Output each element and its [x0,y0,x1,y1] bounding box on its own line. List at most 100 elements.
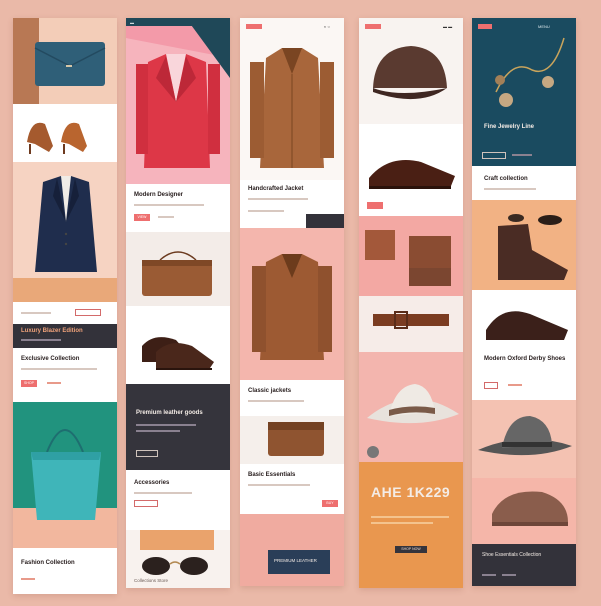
text-line [21,368,97,370]
product-page-column-2: ▬ Modern Designer VIEW Premium leather g… [126,18,230,588]
heels-section [13,104,117,162]
price-panel: AHE 1K229 SHOP NOW [359,462,463,588]
dark-feature-panel: Premium leather goods [126,384,230,470]
text-line [484,188,536,190]
bottom-title: Shoe Essentials Collection [482,552,542,558]
gift-box[interactable]: PREMIUM LEATHER [268,550,330,574]
brown-jacket-2-image[interactable] [240,228,344,380]
section-title: Classic jackets [248,388,292,394]
text-line [248,400,304,402]
gift-section: PREMIUM LEATHER [240,514,344,586]
bottom-title: Fashion Collection [21,560,75,566]
promo-title: Luxury Blazer Edition [21,328,83,334]
tote-bag-image[interactable] [13,402,117,548]
collection-intro: Exclusive Collection SHOP [13,348,117,402]
dark-title: Premium leather goods [136,410,203,416]
promo-line [21,339,61,341]
caption-block: Handcrafted Jacket [240,180,344,228]
shop-now-button[interactable]: SHOP NOW [395,546,427,553]
nav-button[interactable] [75,309,101,316]
detail-button[interactable] [484,382,498,389]
accessories-block: Accessories [126,470,230,530]
view-button[interactable]: VIEW [134,214,150,221]
shoe-controls [359,196,463,216]
hero-caption: Handcrafted Jacket [248,186,304,192]
buy-button[interactable]: BUY [322,500,338,507]
blazer-section [13,162,117,302]
explore-button[interactable] [482,152,506,159]
cap-section: ▬ ▬ [359,18,463,124]
blazer-image[interactable] [13,162,117,302]
derby-section [472,290,576,346]
clutch-bag-image[interactable] [13,18,117,104]
heels-image[interactable] [13,104,117,162]
link-line[interactable] [508,384,522,386]
clutch-hero [13,18,117,104]
dark-tag[interactable] [306,214,344,228]
cap-image[interactable] [359,18,463,124]
product-page-column-4: ▬ ▬ AHE 1K229 SHOP NOW [359,18,463,588]
hero-caption-block: Modern Designer VIEW [126,184,230,232]
product-page-column-3: ◐ ○ Handcrafted Jacket Classic jackets B… [240,18,344,586]
text-line [371,522,433,524]
nav-link[interactable] [21,312,51,314]
fashion-footer: Fashion Collection [13,548,117,594]
text-line [371,516,449,518]
outline-button[interactable] [134,500,158,507]
text-line [134,492,192,494]
grey-hat-image[interactable] [472,400,576,478]
wallet-label: PREMIUM LEATHER [274,558,317,563]
necklace-image[interactable] [472,18,576,166]
text-line [136,430,180,432]
jewelry-hero: MENU Fine Jewelry Line [472,18,576,166]
shoes-section [126,306,230,384]
boot-image[interactable] [472,200,576,290]
essentials-block: Basic Essentials BUY [240,464,344,514]
fedora-hat-image[interactable] [359,352,463,462]
shop-mini-button[interactable] [367,202,383,209]
oxford-block: Modern Oxford Derby Shoes [472,346,576,400]
wallet-image[interactable] [240,416,344,464]
price-title: AHE 1K229 [371,484,451,500]
classic-block: Classic jackets [240,380,344,416]
mid-title: Accessories [134,480,170,486]
dark-footer: Shoe Essentials Collection [472,544,576,586]
jacket-hero: ◐ ○ [240,18,344,180]
link-line[interactable] [47,382,61,384]
hero-caption: Modern Designer [134,192,184,198]
hat-section [472,400,576,478]
red-jacket-image[interactable] [126,18,230,184]
footer-link[interactable] [502,574,516,576]
leather-goods-section [359,216,463,296]
dark-button[interactable] [136,450,158,457]
text-line [248,198,308,200]
bag-caption: Basic Essentials [248,472,296,478]
link-line[interactable] [158,216,174,218]
belt-image[interactable] [359,296,463,352]
leather-blocks-image[interactable] [359,216,463,296]
oxford-shoes-image[interactable] [126,306,230,384]
product-page-column-1: Luxury Blazer Edition Exclusive Collecti… [13,18,117,594]
brown-jacket-image[interactable] [240,18,344,180]
text-line [134,204,204,206]
derby-shoe-image[interactable] [359,124,463,196]
shoes-title: Modern Oxford Derby Shoes [484,356,566,362]
promo-banner: Luxury Blazer Edition [13,324,117,348]
bag-section [126,232,230,306]
section-title: Craft collection [484,176,528,182]
product-page-column-5: MENU Fine Jewelry Line Craft collection … [472,18,576,586]
sunglasses-section: Collections Store [126,530,230,588]
text-line [248,484,310,486]
shop-button[interactable]: SHOP [21,380,37,387]
link-line[interactable] [512,154,532,156]
leather-bag-image[interactable] [126,232,230,306]
jacket-hero: ▬ [126,18,230,184]
woven-shoe-image[interactable] [472,478,576,544]
section-title: Exclusive Collection [21,356,80,362]
text-line [248,210,284,212]
hero-title: Fine Jewelry Line [484,124,535,130]
footer-link[interactable] [21,578,35,580]
footer-link[interactable] [482,574,496,576]
derby-shoe-image[interactable] [472,290,576,346]
jacket-section [240,228,344,380]
